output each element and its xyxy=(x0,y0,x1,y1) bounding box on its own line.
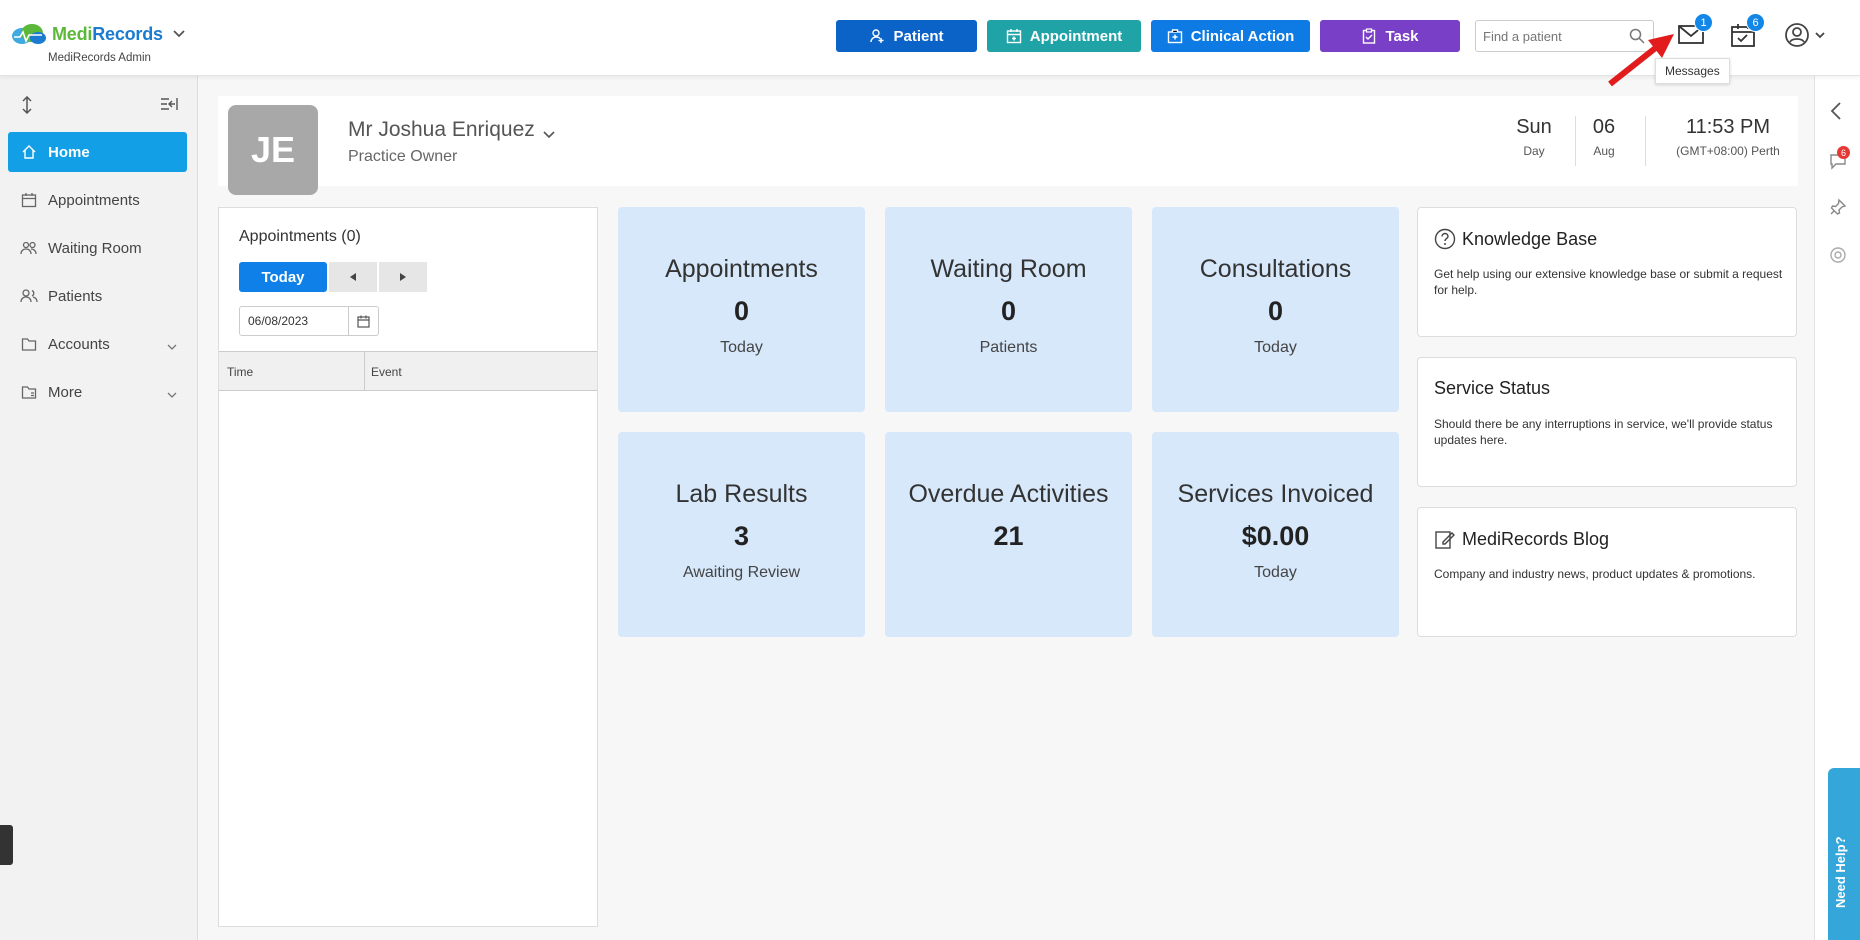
sidebar-item-accounts[interactable]: Accounts xyxy=(8,324,187,364)
caret-left-icon xyxy=(350,273,356,281)
clipboard-icon xyxy=(1363,28,1376,44)
folder-tree-icon xyxy=(20,383,38,401)
add-task-button[interactable]: Task xyxy=(1320,20,1460,52)
chat-icon[interactable]: 6 xyxy=(1829,146,1850,175)
collapse-sidebar-icon[interactable] xyxy=(160,97,178,116)
previous-day-button[interactable] xyxy=(329,262,377,292)
people-icon xyxy=(20,239,38,257)
chevron-left-icon[interactable] xyxy=(1830,102,1842,125)
folder-icon xyxy=(20,335,38,353)
help-circle-icon xyxy=(1434,228,1456,250)
next-day-button[interactable] xyxy=(379,262,427,292)
appointments-panel-title: Appointments (0) xyxy=(239,228,361,245)
column-divider xyxy=(364,352,365,390)
cloud-logo-icon xyxy=(8,22,48,46)
tile-waiting-room[interactable]: Waiting Room 0 Patients xyxy=(885,207,1132,412)
user-name[interactable]: Mr Joshua Enriquez xyxy=(348,118,535,142)
date-field[interactable]: 06/08/2023 xyxy=(239,306,379,336)
calendar-icon[interactable] xyxy=(348,307,378,335)
add-person-icon xyxy=(870,29,884,43)
tile-consultations[interactable]: Consultations 0 Today xyxy=(1152,207,1399,412)
appointments-panel: Appointments (0) Today 06/08/2023 Time E… xyxy=(218,207,598,927)
tile-services-invoiced[interactable]: Services Invoiced $0.00 Today xyxy=(1152,432,1399,637)
sidebar-item-waiting-room[interactable]: Waiting Room xyxy=(8,228,187,268)
day-display: Sun Day xyxy=(1516,116,1552,158)
resize-vertical-icon[interactable] xyxy=(20,95,34,119)
avatar: JE xyxy=(228,105,318,195)
side-drawer-handle[interactable] xyxy=(0,825,13,865)
tile-lab-results[interactable]: Lab Results 3 Awaiting Review xyxy=(618,432,865,637)
messages-tooltip: Messages xyxy=(1655,58,1730,84)
calendar-icon xyxy=(20,191,38,209)
add-appointment-button[interactable]: Appointment xyxy=(987,20,1141,52)
messages-button[interactable]: 1 xyxy=(1677,13,1713,51)
sidebar: Home Appointments Waiting Room Patients … xyxy=(0,76,198,940)
column-header-event[interactable]: Event xyxy=(371,365,402,379)
appointments-table-header: Time Event xyxy=(219,351,597,391)
chevron-down-icon[interactable] xyxy=(173,25,185,43)
card-service-status[interactable]: Service Status Should there be any inter… xyxy=(1417,357,1797,487)
chevron-down-icon xyxy=(167,337,177,354)
divider xyxy=(1645,116,1646,166)
card-blog[interactable]: MediRecords Blog Company and industry ne… xyxy=(1417,507,1797,637)
sidebar-item-appointments[interactable]: Appointments xyxy=(8,180,187,220)
home-icon xyxy=(20,143,38,161)
user-menu-button[interactable] xyxy=(1785,22,1827,53)
need-help-button[interactable]: Need Help? xyxy=(1828,768,1860,940)
messages-badge: 1 xyxy=(1694,13,1713,32)
brand-logo[interactable]: MediRecords xyxy=(8,22,185,46)
add-patient-button[interactable]: Patient xyxy=(836,20,977,52)
clinical-action-button[interactable]: Clinical Action xyxy=(1151,20,1310,52)
calendar-add-icon xyxy=(1006,29,1021,44)
caret-right-icon xyxy=(400,273,406,281)
profile-header: JE Mr Joshua Enriquez Practice Owner Sun… xyxy=(218,96,1798,195)
sidebar-item-patients[interactable]: Patients xyxy=(8,276,187,316)
brand-subtitle: MediRecords Admin xyxy=(48,52,151,64)
tile-appointments[interactable]: Appointments 0 Today xyxy=(618,207,865,412)
card-knowledge-base[interactable]: Knowledge Base Get help using our extens… xyxy=(1417,207,1797,337)
medical-kit-icon xyxy=(1167,29,1182,44)
sidebar-item-home[interactable]: Home xyxy=(8,132,187,172)
brand-name: MediRecords xyxy=(52,23,163,44)
today-button[interactable]: Today xyxy=(239,262,327,292)
user-role: Practice Owner xyxy=(348,148,458,165)
chevron-down-icon[interactable] xyxy=(543,126,555,144)
date-display: 06 Aug xyxy=(1592,116,1616,158)
users-icon xyxy=(20,287,38,305)
at-sign-icon[interactable] xyxy=(1829,246,1847,269)
tile-overdue-activities[interactable]: Overdue Activities 21 xyxy=(885,432,1132,637)
chevron-down-icon xyxy=(167,385,177,402)
chat-badge: 6 xyxy=(1837,146,1850,159)
edit-note-icon xyxy=(1435,531,1455,549)
column-header-time[interactable]: Time xyxy=(227,365,253,379)
sidebar-tools xyxy=(0,76,197,132)
user-circle-icon xyxy=(1785,23,1825,47)
sidebar-item-more[interactable]: More xyxy=(8,372,187,412)
divider xyxy=(1575,116,1576,166)
time-display: 11:53 PM (GMT+08:00) Perth xyxy=(1676,116,1780,158)
top-header: MediRecords MediRecords Admin Patient Ap… xyxy=(0,0,1860,76)
tasks-button[interactable]: 6 xyxy=(1730,13,1765,53)
tasks-badge: 6 xyxy=(1746,13,1765,32)
pin-icon[interactable] xyxy=(1829,198,1847,221)
